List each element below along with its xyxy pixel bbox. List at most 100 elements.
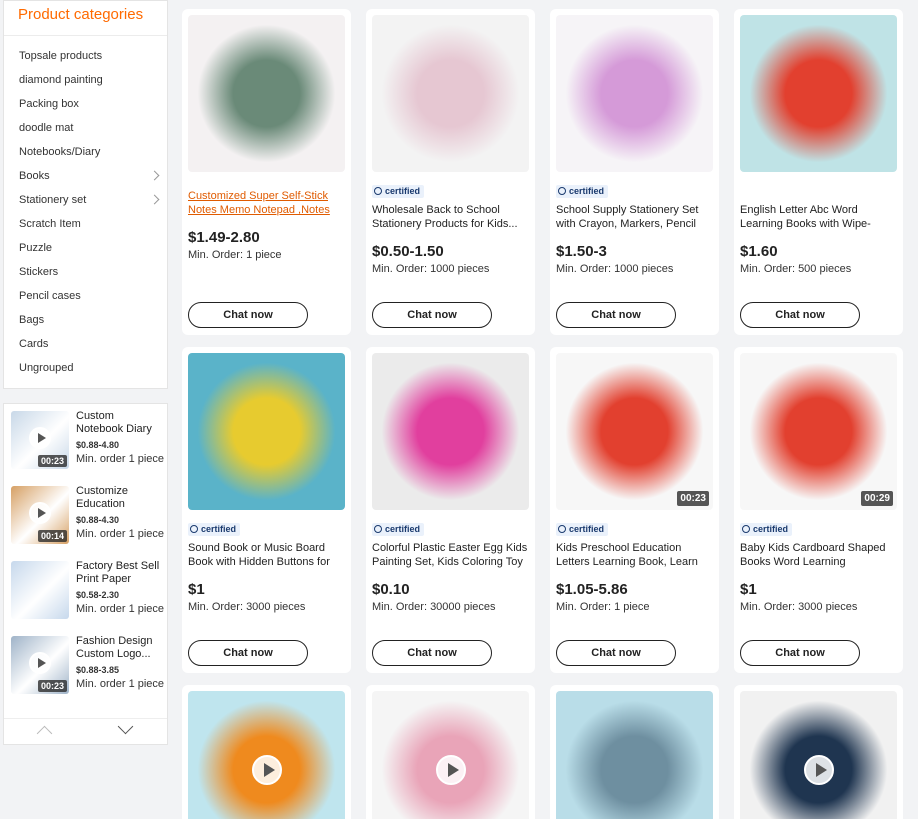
product-image[interactable] [372, 15, 529, 172]
recommended-item[interactable]: 00:14 Customize Education Magic... $0.88-4… [4, 479, 167, 554]
play-icon[interactable] [29, 652, 51, 674]
product-image[interactable] [556, 15, 713, 172]
product-name[interactable]: English Letter Abc Word Learning Books w… [740, 203, 897, 231]
product-name[interactable]: Colorful Plastic Easter Egg Kids Paintin… [372, 541, 529, 569]
product-price: $1 [740, 581, 757, 598]
product-card[interactable]: certified Colorful Plastic Easter Egg Kid… [366, 347, 535, 673]
certified-badge: certified [372, 523, 425, 536]
recommended-name[interactable]: Fashion Design Custom Logo... [76, 635, 164, 661]
product-image[interactable]: 00:29 [740, 353, 897, 510]
certified-label: certified [753, 524, 789, 534]
product-image[interactable] [372, 353, 529, 510]
product-name[interactable]: Kids Preschool Education Letters Learnin… [556, 541, 713, 569]
category-label: Cards [19, 338, 49, 350]
product-name[interactable]: School Supply Stationery Set with Crayon… [556, 203, 713, 231]
category-item[interactable]: diamond painting [4, 68, 167, 92]
recommended-moq: Min. order 1 piece [76, 528, 165, 540]
product-card[interactable]: Customized Super Self-Stick Notes Memo N… [182, 9, 351, 335]
product-photo [188, 15, 345, 172]
play-icon[interactable] [804, 755, 834, 785]
category-item[interactable]: Notebooks/Diary [4, 140, 167, 164]
chat-now-button[interactable]: Chat now [740, 302, 860, 328]
play-icon[interactable] [29, 502, 51, 524]
recommended-price: $0.88-4.30 [76, 515, 120, 525]
chat-now-button[interactable]: Chat now [372, 640, 492, 666]
product-image[interactable] [556, 691, 713, 819]
product-image[interactable] [188, 15, 345, 172]
video-duration: 00:23 [37, 455, 67, 467]
recommended-item[interactable]: 00:23 Custom Notebook Diary Journal... $0.… [4, 404, 167, 479]
min-order: Min. Order: 1 piece [188, 249, 282, 261]
category-label: diamond painting [19, 74, 103, 86]
product-card[interactable]: 00:23 certified Kids Preschool Education L… [550, 347, 719, 673]
product-name[interactable]: Baby Kids Cardboard Shaped Books Word Le… [740, 541, 897, 569]
chevron-up-icon[interactable] [36, 725, 53, 742]
product-image[interactable] [188, 353, 345, 510]
product-card[interactable]: certified School Supply Stationery Set wi… [550, 9, 719, 335]
product-card[interactable] [366, 685, 535, 819]
category-item[interactable]: Scratch Item [4, 212, 167, 236]
recommended-item[interactable]: Factory Best Sell Print Paper Diary,... $… [4, 554, 167, 629]
chevron-down-icon[interactable] [117, 718, 134, 735]
category-label: Packing box [19, 98, 79, 110]
category-panel-title: Product categories [4, 1, 167, 36]
recommended-name[interactable]: Factory Best Sell Print Paper Diary,... [76, 560, 164, 586]
min-order: Min. Order: 1 piece [556, 601, 650, 613]
product-name[interactable]: Wholesale Back to School Stationery Prod… [372, 203, 529, 231]
recommended-name[interactable]: Custom Notebook Diary Journal... [76, 410, 164, 436]
product-name[interactable]: Customized Super Self-Stick Notes Memo N… [188, 189, 345, 217]
certified-badge: certified [372, 185, 425, 198]
chevron-right-icon [149, 170, 160, 181]
category-item[interactable]: Stickers [4, 260, 167, 284]
category-item[interactable]: Ungrouped [4, 356, 167, 380]
chat-now-button[interactable]: Chat now [556, 302, 676, 328]
product-thumbnail[interactable] [11, 561, 69, 619]
chat-now-button[interactable]: Chat now [740, 640, 860, 666]
chat-now-button[interactable]: Chat now [188, 302, 308, 328]
recommended-name[interactable]: Customize Education Magic... [76, 485, 164, 511]
category-item[interactable]: Puzzle [4, 236, 167, 260]
product-image[interactable] [188, 691, 345, 819]
chat-now-button[interactable]: Chat now [372, 302, 492, 328]
product-card[interactable] [182, 685, 351, 819]
product-card[interactable]: English Letter Abc Word Learning Books w… [734, 9, 903, 335]
chat-now-button[interactable]: Chat now [188, 640, 308, 666]
product-image[interactable] [740, 691, 897, 819]
product-card[interactable]: 00:29 certified Baby Kids Cardboard Shaped… [734, 347, 903, 673]
category-label: Notebooks/Diary [19, 146, 101, 158]
carousel-nav [4, 718, 167, 744]
category-item[interactable]: Cards [4, 332, 167, 356]
play-icon[interactable] [29, 427, 51, 449]
product-thumbnail[interactable]: 00:23 [11, 636, 69, 694]
product-thumbnail[interactable]: 00:14 [11, 486, 69, 544]
product-price: $1.05-5.86 [556, 581, 628, 598]
category-item[interactable]: doodle mat [4, 116, 167, 140]
product-card[interactable]: certified Wholesale Back to School Statio… [366, 9, 535, 335]
category-item[interactable]: Packing box [4, 92, 167, 116]
product-card[interactable] [550, 685, 719, 819]
product-image[interactable] [372, 691, 529, 819]
certified-label: certified [385, 186, 421, 196]
category-item[interactable]: Stationery set [4, 188, 167, 212]
product-card[interactable]: certified Sound Book or Music Board Book … [182, 347, 351, 673]
video-duration: 00:23 [677, 491, 709, 506]
category-item[interactable]: Books [4, 164, 167, 188]
play-icon[interactable] [436, 755, 466, 785]
chevron-right-icon [149, 194, 160, 205]
product-photo [372, 15, 529, 172]
category-item[interactable]: Topsale products [4, 44, 167, 68]
product-name[interactable]: Sound Book or Music Board Book with Hidd… [188, 541, 345, 569]
product-thumbnail[interactable]: 00:23 [11, 411, 69, 469]
product-photo [740, 15, 897, 172]
play-icon[interactable] [252, 755, 282, 785]
chat-now-button[interactable]: Chat now [556, 640, 676, 666]
category-item[interactable]: Bags [4, 308, 167, 332]
product-image[interactable]: 00:23 [556, 353, 713, 510]
product-image[interactable] [740, 15, 897, 172]
min-order: Min. Order: 3000 pieces [740, 601, 858, 613]
product-price: $1.50-3 [556, 243, 607, 260]
category-item[interactable]: Pencil cases [4, 284, 167, 308]
recommended-item[interactable]: 00:23 Fashion Design Custom Logo... $0.88-… [4, 629, 167, 704]
product-card[interactable] [734, 685, 903, 819]
certified-icon [742, 525, 750, 533]
